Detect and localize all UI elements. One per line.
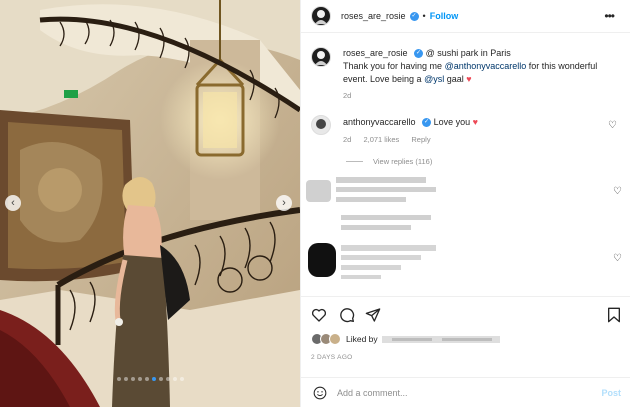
reply-button[interactable]: Reply bbox=[411, 135, 430, 144]
location-prefix: @ bbox=[425, 48, 435, 58]
red-heart-emoji-icon: ♥ bbox=[472, 117, 478, 127]
follow-button[interactable]: Follow bbox=[430, 11, 459, 21]
red-heart-emoji-icon: ♥ bbox=[466, 74, 472, 84]
caption-part1: Thank you for having me bbox=[343, 61, 445, 71]
avatar[interactable] bbox=[311, 6, 331, 26]
liked-by-row: Liked by bbox=[311, 333, 502, 345]
caption-timestamp[interactable]: 2d bbox=[343, 89, 613, 102]
profile-picture-icon bbox=[315, 10, 327, 24]
like-comment-heart-icon[interactable]: ♡ bbox=[613, 253, 622, 264]
like-heart-icon[interactable] bbox=[311, 307, 327, 323]
caption-text: roses_are_rosie ✓ @ sushi park in Paris … bbox=[343, 47, 613, 102]
carousel-dot bbox=[116, 377, 121, 381]
verified-badge-icon: ✓ bbox=[409, 11, 419, 21]
comment-time[interactable]: 2d bbox=[343, 135, 351, 144]
view-replies-label: View replies (116) bbox=[373, 157, 433, 166]
post-image bbox=[0, 0, 300, 407]
previous-slide-button[interactable]: ‹ bbox=[5, 195, 21, 211]
username-link[interactable]: roses_are_rosie bbox=[341, 11, 406, 21]
caption-username[interactable]: roses_are_rosie bbox=[343, 48, 408, 58]
comment-box: Add a comment... Post bbox=[301, 377, 630, 407]
post-comment-button[interactable]: Post bbox=[601, 388, 621, 398]
chevron-right-icon: › bbox=[282, 196, 286, 209]
comment-text: anthonyvaccarello ✓ Love you ♥ bbox=[343, 117, 593, 128]
carousel-dot bbox=[158, 377, 163, 381]
chevron-left-icon: ‹ bbox=[11, 196, 15, 209]
comment-message: Love you bbox=[433, 117, 471, 127]
more-options-icon[interactable]: ••• bbox=[604, 9, 615, 23]
mention-ysl[interactable]: @ysl bbox=[424, 74, 444, 84]
redacted-liked-by-names bbox=[381, 335, 500, 343]
bookmark-icon[interactable] bbox=[607, 307, 621, 323]
action-bar bbox=[301, 296, 630, 332]
divider bbox=[346, 161, 363, 162]
verified-badge-icon: ✓ bbox=[422, 118, 432, 128]
post-photo[interactable]: ‹ › bbox=[0, 0, 300, 407]
comment-input[interactable]: Add a comment... bbox=[337, 388, 601, 398]
post-header: roses_are_rosie ✓ • Follow ••• bbox=[301, 0, 630, 33]
carousel-dot bbox=[144, 377, 149, 381]
comment-meta: 2d 2,071 likes Reply bbox=[343, 135, 441, 144]
profile-picture-icon bbox=[315, 51, 327, 65]
carousel-dot bbox=[123, 377, 128, 381]
avatar[interactable] bbox=[329, 333, 341, 345]
post-date[interactable]: 2 DAYS AGO bbox=[311, 354, 353, 361]
redacted-comments bbox=[306, 177, 436, 279]
mention-anthonyvaccarello[interactable]: @anthonyvaccarello bbox=[445, 61, 527, 71]
like-comment-heart-icon[interactable]: ♡ bbox=[613, 186, 622, 197]
comment-avatar[interactable] bbox=[311, 115, 331, 135]
comment-username[interactable]: anthonyvaccarello bbox=[343, 117, 416, 127]
profile-picture-icon bbox=[316, 119, 326, 129]
next-slide-button[interactable]: › bbox=[276, 195, 292, 211]
emoji-icon[interactable] bbox=[313, 386, 327, 400]
share-icon[interactable] bbox=[365, 307, 381, 323]
location-text: sushi park in Paris bbox=[437, 48, 511, 58]
caption-avatar[interactable] bbox=[311, 47, 331, 67]
carousel-dot bbox=[165, 377, 170, 381]
like-comment-heart-icon[interactable]: ♡ bbox=[608, 120, 617, 131]
caption-part3: gaal bbox=[444, 74, 464, 84]
carousel-dot bbox=[130, 377, 135, 381]
separator-dot: • bbox=[422, 11, 426, 21]
liked-by-label: Liked by bbox=[346, 334, 378, 344]
carousel-dot bbox=[179, 377, 184, 381]
comment-icon[interactable] bbox=[339, 307, 355, 323]
carousel-dot bbox=[172, 377, 177, 381]
post-details-panel: roses_are_rosie ✓ • Follow ••• roses_are… bbox=[300, 0, 630, 407]
carousel-dot bbox=[151, 377, 156, 381]
verified-badge-icon: ✓ bbox=[414, 49, 424, 59]
carousel-dot bbox=[137, 377, 142, 381]
comment-likes[interactable]: 2,071 likes bbox=[363, 135, 399, 144]
view-replies-button[interactable]: View replies (116) bbox=[346, 157, 432, 166]
carousel-indicator bbox=[0, 377, 300, 381]
